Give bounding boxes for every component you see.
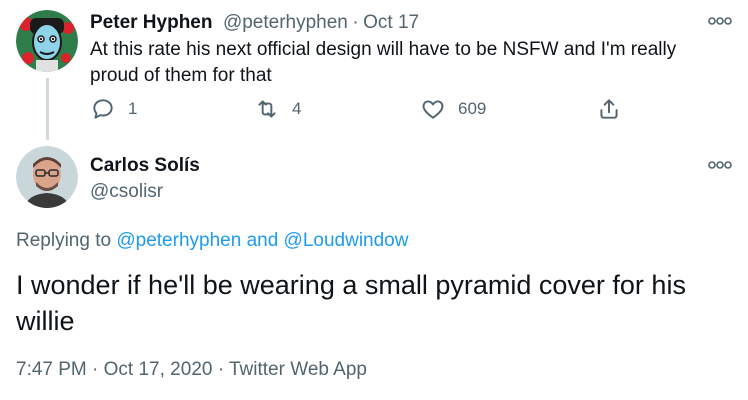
avatar-photo — [16, 146, 78, 208]
reply-button[interactable]: 1 — [90, 96, 137, 122]
tweet-source[interactable]: Twitter Web App — [229, 359, 367, 380]
avatar-peter-hyphen[interactable] — [16, 10, 78, 72]
like-count: 609 — [458, 99, 487, 118]
replying-to-line: Replying to @peterhyphen and @Loudwindow — [16, 230, 408, 252]
tweet-time[interactable]: 7:47 PM — [16, 359, 87, 380]
tweet-full-date[interactable]: Oct 17, 2020 — [104, 359, 213, 380]
author-name[interactable]: Carlos Solís — [90, 155, 200, 177]
tweet-date[interactable]: Oct 17 — [363, 12, 419, 33]
more-icon[interactable] — [707, 158, 733, 172]
tweet1-text: At this rate his next official design wi… — [90, 39, 677, 86]
replying-and[interactable]: and — [247, 230, 279, 251]
tweet1-header: Peter Hyphen @peterhyphen · Oct 17 — [90, 12, 419, 34]
reply-count: 1 — [128, 99, 138, 118]
author-handle[interactable]: @peterhyphen — [223, 12, 348, 33]
reply-icon — [93, 99, 113, 119]
separator-dot: · — [217, 359, 225, 380]
share-button[interactable] — [596, 96, 622, 122]
thread-connector-line — [46, 78, 49, 140]
like-icon — [422, 100, 444, 119]
share-icon — [600, 99, 618, 119]
retweet-button[interactable]: 4 — [254, 96, 301, 122]
retweet-count: 4 — [292, 99, 302, 118]
replying-prefix: Replying to — [16, 230, 112, 251]
avatar-carlos-solis[interactable] — [16, 146, 78, 208]
author-handle[interactable]: @csolisr — [90, 181, 163, 203]
tweet2-text: I wonder if he'll be wearing a small pyr… — [16, 270, 686, 336]
mention-link[interactable]: @Loudwindow — [284, 230, 409, 251]
tweet-metadata: 7:47 PM · Oct 17, 2020 · Twitter Web App — [16, 359, 367, 381]
separator-dot: · — [92, 359, 99, 380]
like-button[interactable]: 609 — [420, 96, 486, 122]
separator-dot: · — [352, 12, 359, 33]
more-icon[interactable] — [707, 14, 733, 28]
avatar-illustration — [16, 10, 78, 72]
retweet-icon — [258, 100, 276, 118]
author-name[interactable]: Peter Hyphen — [90, 12, 212, 33]
mention-link[interactable]: @peterhyphen — [116, 230, 241, 251]
